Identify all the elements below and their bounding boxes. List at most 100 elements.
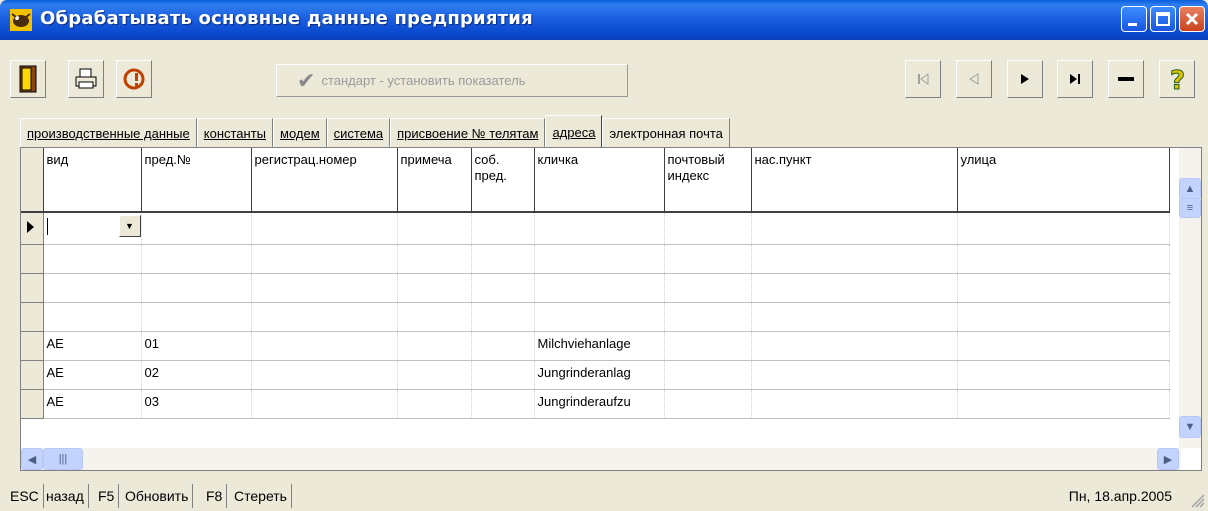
first-record-button[interactable] [905, 60, 941, 98]
cell[interactable] [471, 331, 535, 361]
scroll-up-button[interactable]: ▲ [1179, 178, 1201, 200]
cell[interactable] [751, 273, 958, 303]
new-record-row[interactable]: ▼ [21, 212, 1170, 245]
cell[interactable] [751, 302, 958, 332]
vertical-scrollbar[interactable]: ▲ ≡ ▼ [1179, 148, 1201, 448]
row-indicator[interactable] [21, 331, 44, 361]
table-row[interactable] [21, 273, 1170, 303]
cell[interactable] [251, 212, 398, 245]
cell[interactable] [534, 302, 665, 332]
cell[interactable] [397, 244, 472, 274]
cell[interactable] [43, 302, 142, 332]
row-indicator[interactable] [21, 360, 44, 390]
cell[interactable] [664, 212, 752, 245]
column-header[interactable]: пред.№ [141, 148, 252, 213]
cell[interactable] [397, 389, 472, 419]
cell[interactable]: 02 [141, 360, 252, 390]
resize-grip-icon[interactable] [1191, 494, 1205, 508]
cell[interactable]: 03 [141, 389, 252, 419]
status-label-refresh[interactable]: Обновить [121, 484, 194, 508]
row-indicator[interactable] [21, 389, 44, 419]
cell[interactable]: AE [43, 331, 142, 361]
cell[interactable] [471, 389, 535, 419]
previous-record-button[interactable] [956, 60, 992, 98]
cell[interactable] [471, 273, 535, 303]
cell[interactable]: Jungrinderanlag [534, 360, 665, 390]
cell[interactable] [957, 389, 1170, 419]
cell[interactable] [251, 331, 398, 361]
cell[interactable] [43, 244, 142, 274]
cell[interactable] [751, 331, 958, 361]
horizontal-scrollbar[interactable]: ◀ ||| ▶ [21, 448, 1181, 470]
cell[interactable] [751, 244, 958, 274]
column-header[interactable]: примеча [397, 148, 472, 213]
standard-set-indicator-button[interactable]: ✔ стандарт - установить показатель [276, 64, 628, 97]
tab-calf-numbering[interactable]: присвоение № телятам [390, 118, 546, 148]
row-indicator[interactable] [21, 273, 44, 303]
cell[interactable] [141, 244, 252, 274]
column-header[interactable]: улица [957, 148, 1170, 213]
cell[interactable] [141, 273, 252, 303]
cell[interactable] [471, 302, 535, 332]
close-button[interactable] [1179, 6, 1205, 32]
cell[interactable] [43, 273, 142, 303]
next-record-button[interactable] [1007, 60, 1043, 98]
tab-constants[interactable]: константы [196, 118, 274, 148]
scroll-left-button[interactable]: ◀ [21, 448, 43, 470]
cell[interactable] [751, 389, 958, 419]
cell[interactable] [141, 302, 252, 332]
column-header[interactable]: почтовый индекс [664, 148, 752, 213]
cell[interactable] [957, 360, 1170, 390]
cell[interactable] [664, 273, 752, 303]
cell[interactable]: AE [43, 360, 142, 390]
tab-addresses[interactable]: адреса [545, 115, 603, 148]
column-header[interactable]: кличка [534, 148, 665, 213]
cell[interactable] [471, 360, 535, 390]
address-grid[interactable]: вид пред.№ регистрац.номер примеча соб. … [20, 147, 1202, 471]
row-indicator[interactable] [21, 212, 44, 245]
scroll-down-button[interactable]: ▼ [1179, 416, 1201, 438]
column-header[interactable]: соб. пред. [471, 148, 535, 213]
table-row[interactable]: AE 01 Milchviehanlage [21, 331, 1170, 361]
cell[interactable]: 01 [141, 331, 252, 361]
minimize-button[interactable] [1121, 6, 1147, 32]
row-indicator[interactable] [21, 244, 44, 274]
cell[interactable] [664, 302, 752, 332]
type-cell[interactable]: ▼ [43, 212, 142, 245]
cell[interactable] [664, 244, 752, 274]
tab-production-data[interactable]: производственные данные [20, 118, 197, 148]
cell[interactable] [751, 212, 958, 245]
cell[interactable]: Jungrinderaufzu [534, 389, 665, 419]
cell[interactable] [397, 273, 472, 303]
cell[interactable]: AE [43, 389, 142, 419]
cell[interactable] [957, 273, 1170, 303]
type-combobox[interactable]: ▼ [45, 215, 140, 237]
cell[interactable] [397, 360, 472, 390]
cell[interactable] [251, 244, 398, 274]
cell[interactable] [534, 212, 665, 245]
cell[interactable] [751, 360, 958, 390]
cell[interactable] [397, 331, 472, 361]
cell[interactable] [534, 273, 665, 303]
column-header[interactable]: нас.пункт [751, 148, 958, 213]
tab-system[interactable]: система [326, 118, 391, 148]
delete-record-button[interactable] [1108, 60, 1144, 98]
cell[interactable] [957, 331, 1170, 361]
cell[interactable] [957, 212, 1170, 245]
maximize-button[interactable] [1150, 6, 1176, 32]
status-label-delete[interactable]: Стереть [230, 484, 292, 508]
cell[interactable]: Milchviehanlage [534, 331, 665, 361]
help-button[interactable]: ? [1159, 60, 1195, 98]
tab-email[interactable]: электронная почта [602, 118, 730, 148]
row-indicator[interactable] [21, 302, 44, 332]
dropdown-button[interactable]: ▼ [118, 215, 140, 237]
cell[interactable] [957, 244, 1170, 274]
print-button[interactable] [68, 60, 104, 98]
exit-button[interactable] [10, 60, 46, 98]
scroll-thumb[interactable]: ||| [43, 448, 83, 470]
cell[interactable] [471, 212, 535, 245]
cell[interactable] [664, 389, 752, 419]
cell[interactable] [397, 212, 472, 245]
cell[interactable] [397, 302, 472, 332]
table-row[interactable] [21, 302, 1170, 332]
